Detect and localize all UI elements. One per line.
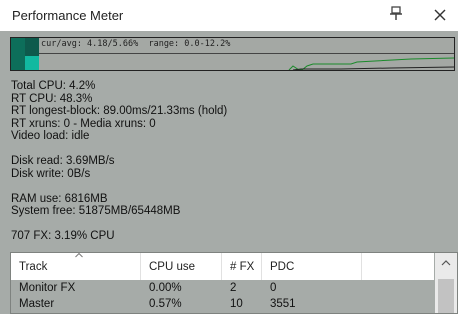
column-header-fx-count[interactable]: # FX <box>222 253 262 280</box>
window-title: Performance Meter <box>12 8 124 23</box>
vertical-scrollbar[interactable] <box>435 253 457 313</box>
cell-fx-count: 2 <box>230 282 237 294</box>
cpu-history-graph <box>288 57 454 70</box>
cell-fx-count: 10 <box>230 298 243 310</box>
title-bar: Performance Meter <box>0 0 458 31</box>
column-header-track[interactable]: Track <box>11 253 141 280</box>
system-free: System free: 51875MB/65448MB <box>11 205 181 217</box>
column-header-filler <box>362 253 434 280</box>
table-row[interactable]: Master 0.57% 10 3551 <box>11 296 434 312</box>
disk-read: Disk read: 3.69MB/s <box>11 155 115 167</box>
pin-icon[interactable] <box>386 4 406 24</box>
rt-longest-block: RT longest-block: 89.00ms/21.33ms (hold) <box>11 105 228 117</box>
cell-cpu-use: 0.57% <box>149 298 182 310</box>
scrollbar-thumb[interactable] <box>438 279 454 313</box>
chevron-up-icon <box>75 253 83 258</box>
close-icon[interactable] <box>432 7 448 23</box>
scroll-up-arrow-icon[interactable] <box>441 260 451 266</box>
table-header: Track CPU use # FX PDC <box>11 253 434 280</box>
cell-track: Monitor FX <box>19 282 76 294</box>
cell-track: Master <box>19 298 55 310</box>
cell-cpu-use: 0.00% <box>149 282 182 294</box>
table-row[interactable]: Monitor FX 0.00% 2 0 <box>11 280 434 296</box>
rt-cpu: RT CPU: 48.3% <box>11 92 93 105</box>
fx-summary: 707 FX: 3.19% CPU <box>11 230 115 242</box>
disk-write: Disk write: 0B/s <box>11 167 91 180</box>
cell-pdc: 0 <box>270 282 277 294</box>
fx-track-table: Track CPU use # FX PDC Monitor FX 0.00% … <box>10 252 458 314</box>
total-cpu: Total CPU: 4.2% <box>11 80 96 92</box>
ram-use: RAM use: 6816MB <box>11 192 108 205</box>
rt-xruns: RT xruns: 0 - Media xruns: 0 <box>11 117 156 130</box>
column-header-pdc[interactable]: PDC <box>262 253 362 280</box>
video-load: Video load: idle <box>11 130 90 142</box>
cell-pdc: 3551 <box>270 298 296 310</box>
performance-stats: Total CPU: 4.2% RT CPU: 48.3% RT longest… <box>11 80 227 243</box>
column-header-cpu-use[interactable]: CPU use <box>141 253 222 280</box>
cpu-meter-graph: cur/avg: 4.18/5.66% range: 0.0-12.2% <box>10 37 455 71</box>
